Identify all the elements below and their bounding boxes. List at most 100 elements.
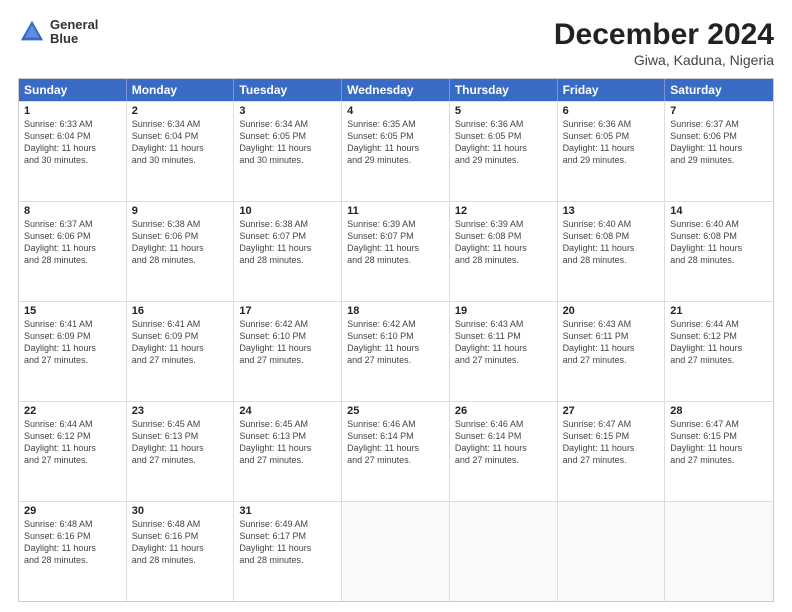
calendar-title: December 2024 — [554, 18, 774, 52]
calendar-cell-info: Sunrise: 6:47 AM Sunset: 6:15 PM Dayligh… — [670, 418, 768, 467]
calendar-cell: 20Sunrise: 6:43 AM Sunset: 6:11 PM Dayli… — [558, 302, 666, 401]
calendar-day-number: 2 — [132, 105, 229, 117]
calendar-cell: 26Sunrise: 6:46 AM Sunset: 6:14 PM Dayli… — [450, 402, 558, 501]
calendar-day-number: 12 — [455, 205, 552, 217]
calendar-cell: 22Sunrise: 6:44 AM Sunset: 6:12 PM Dayli… — [19, 402, 127, 501]
calendar-cell-info: Sunrise: 6:45 AM Sunset: 6:13 PM Dayligh… — [132, 418, 229, 467]
calendar-cell: 1Sunrise: 6:33 AM Sunset: 6:04 PM Daylig… — [19, 102, 127, 201]
calendar-day-number: 22 — [24, 405, 121, 417]
calendar-cell: 23Sunrise: 6:45 AM Sunset: 6:13 PM Dayli… — [127, 402, 235, 501]
calendar-day-number: 23 — [132, 405, 229, 417]
calendar-day-number: 1 — [24, 105, 121, 117]
calendar-cell: 27Sunrise: 6:47 AM Sunset: 6:15 PM Dayli… — [558, 402, 666, 501]
calendar-cell-info: Sunrise: 6:46 AM Sunset: 6:14 PM Dayligh… — [347, 418, 444, 467]
calendar-cell-info: Sunrise: 6:40 AM Sunset: 6:08 PM Dayligh… — [563, 218, 660, 267]
calendar-cell: 21Sunrise: 6:44 AM Sunset: 6:12 PM Dayli… — [665, 302, 773, 401]
calendar-cell: 3Sunrise: 6:34 AM Sunset: 6:05 PM Daylig… — [234, 102, 342, 201]
calendar-cell: 13Sunrise: 6:40 AM Sunset: 6:08 PM Dayli… — [558, 202, 666, 301]
calendar-day-number: 24 — [239, 405, 336, 417]
calendar-cell-info: Sunrise: 6:34 AM Sunset: 6:04 PM Dayligh… — [132, 118, 229, 167]
calendar-cell: 10Sunrise: 6:38 AM Sunset: 6:07 PM Dayli… — [234, 202, 342, 301]
calendar-day-number: 6 — [563, 105, 660, 117]
calendar-cell — [342, 502, 450, 601]
calendar-cell: 2Sunrise: 6:34 AM Sunset: 6:04 PM Daylig… — [127, 102, 235, 201]
calendar-cell-info: Sunrise: 6:47 AM Sunset: 6:15 PM Dayligh… — [563, 418, 660, 467]
calendar-cell-info: Sunrise: 6:33 AM Sunset: 6:04 PM Dayligh… — [24, 118, 121, 167]
calendar-day-number: 28 — [670, 405, 768, 417]
calendar: SundayMondayTuesdayWednesdayThursdayFrid… — [18, 78, 774, 602]
calendar-day-number: 14 — [670, 205, 768, 217]
calendar-cell-info: Sunrise: 6:41 AM Sunset: 6:09 PM Dayligh… — [132, 318, 229, 367]
calendar-cell: 5Sunrise: 6:36 AM Sunset: 6:05 PM Daylig… — [450, 102, 558, 201]
calendar-cell: 4Sunrise: 6:35 AM Sunset: 6:05 PM Daylig… — [342, 102, 450, 201]
page: General Blue December 2024 Giwa, Kaduna,… — [0, 0, 792, 612]
calendar-cell: 11Sunrise: 6:39 AM Sunset: 6:07 PM Dayli… — [342, 202, 450, 301]
calendar-cell: 24Sunrise: 6:45 AM Sunset: 6:13 PM Dayli… — [234, 402, 342, 501]
calendar-day-number: 25 — [347, 405, 444, 417]
logo: General Blue — [18, 18, 98, 47]
calendar-cell — [558, 502, 666, 601]
calendar-day-number: 4 — [347, 105, 444, 117]
calendar-day-number: 17 — [239, 305, 336, 317]
calendar-day-number: 27 — [563, 405, 660, 417]
calendar-header-cell: Friday — [558, 79, 666, 101]
calendar-cell-info: Sunrise: 6:37 AM Sunset: 6:06 PM Dayligh… — [670, 118, 768, 167]
calendar-cell: 17Sunrise: 6:42 AM Sunset: 6:10 PM Dayli… — [234, 302, 342, 401]
calendar-cell — [450, 502, 558, 601]
calendar-header-cell: Sunday — [19, 79, 127, 101]
calendar-cell: 28Sunrise: 6:47 AM Sunset: 6:15 PM Dayli… — [665, 402, 773, 501]
calendar-cell-info: Sunrise: 6:41 AM Sunset: 6:09 PM Dayligh… — [24, 318, 121, 367]
calendar-day-number: 13 — [563, 205, 660, 217]
calendar-day-number: 8 — [24, 205, 121, 217]
calendar-header-cell: Thursday — [450, 79, 558, 101]
calendar-day-number: 16 — [132, 305, 229, 317]
calendar-day-number: 3 — [239, 105, 336, 117]
calendar-subtitle: Giwa, Kaduna, Nigeria — [554, 52, 774, 68]
calendar-cell-info: Sunrise: 6:36 AM Sunset: 6:05 PM Dayligh… — [563, 118, 660, 167]
calendar-cell: 15Sunrise: 6:41 AM Sunset: 6:09 PM Dayli… — [19, 302, 127, 401]
logo-icon — [18, 18, 46, 46]
calendar-cell: 18Sunrise: 6:42 AM Sunset: 6:10 PM Dayli… — [342, 302, 450, 401]
calendar-cell-info: Sunrise: 6:44 AM Sunset: 6:12 PM Dayligh… — [670, 318, 768, 367]
calendar-day-number: 18 — [347, 305, 444, 317]
calendar-cell-info: Sunrise: 6:39 AM Sunset: 6:08 PM Dayligh… — [455, 218, 552, 267]
calendar-cell: 25Sunrise: 6:46 AM Sunset: 6:14 PM Dayli… — [342, 402, 450, 501]
calendar-cell: 16Sunrise: 6:41 AM Sunset: 6:09 PM Dayli… — [127, 302, 235, 401]
calendar-cell-info: Sunrise: 6:49 AM Sunset: 6:17 PM Dayligh… — [239, 518, 336, 567]
calendar-body: 1Sunrise: 6:33 AM Sunset: 6:04 PM Daylig… — [19, 101, 773, 601]
calendar-cell-info: Sunrise: 6:45 AM Sunset: 6:13 PM Dayligh… — [239, 418, 336, 467]
calendar-day-number: 15 — [24, 305, 121, 317]
calendar-header-cell: Monday — [127, 79, 235, 101]
calendar-day-number: 30 — [132, 505, 229, 517]
calendar-cell: 9Sunrise: 6:38 AM Sunset: 6:06 PM Daylig… — [127, 202, 235, 301]
calendar-cell — [665, 502, 773, 601]
calendar-cell: 31Sunrise: 6:49 AM Sunset: 6:17 PM Dayli… — [234, 502, 342, 601]
logo-text: General Blue — [50, 18, 98, 47]
calendar-day-number: 19 — [455, 305, 552, 317]
calendar-day-number: 29 — [24, 505, 121, 517]
calendar-cell-info: Sunrise: 6:48 AM Sunset: 6:16 PM Dayligh… — [24, 518, 121, 567]
calendar-week-3: 15Sunrise: 6:41 AM Sunset: 6:09 PM Dayli… — [19, 301, 773, 401]
calendar-day-number: 5 — [455, 105, 552, 117]
calendar-cell-info: Sunrise: 6:43 AM Sunset: 6:11 PM Dayligh… — [455, 318, 552, 367]
calendar-cell-info: Sunrise: 6:36 AM Sunset: 6:05 PM Dayligh… — [455, 118, 552, 167]
calendar-header-cell: Saturday — [665, 79, 773, 101]
calendar-cell: 6Sunrise: 6:36 AM Sunset: 6:05 PM Daylig… — [558, 102, 666, 201]
title-block: December 2024 Giwa, Kaduna, Nigeria — [554, 18, 774, 68]
calendar-cell-info: Sunrise: 6:37 AM Sunset: 6:06 PM Dayligh… — [24, 218, 121, 267]
calendar-cell: 12Sunrise: 6:39 AM Sunset: 6:08 PM Dayli… — [450, 202, 558, 301]
calendar-cell-info: Sunrise: 6:40 AM Sunset: 6:08 PM Dayligh… — [670, 218, 768, 267]
calendar-cell-info: Sunrise: 6:34 AM Sunset: 6:05 PM Dayligh… — [239, 118, 336, 167]
calendar-week-1: 1Sunrise: 6:33 AM Sunset: 6:04 PM Daylig… — [19, 101, 773, 201]
calendar-day-number: 10 — [239, 205, 336, 217]
calendar-cell-info: Sunrise: 6:43 AM Sunset: 6:11 PM Dayligh… — [563, 318, 660, 367]
calendar-cell-info: Sunrise: 6:46 AM Sunset: 6:14 PM Dayligh… — [455, 418, 552, 467]
calendar-cell-info: Sunrise: 6:42 AM Sunset: 6:10 PM Dayligh… — [347, 318, 444, 367]
calendar-cell: 30Sunrise: 6:48 AM Sunset: 6:16 PM Dayli… — [127, 502, 235, 601]
calendar-header-cell: Tuesday — [234, 79, 342, 101]
header: General Blue December 2024 Giwa, Kaduna,… — [18, 18, 774, 68]
calendar-cell-info: Sunrise: 6:42 AM Sunset: 6:10 PM Dayligh… — [239, 318, 336, 367]
calendar-day-number: 26 — [455, 405, 552, 417]
calendar-cell-info: Sunrise: 6:44 AM Sunset: 6:12 PM Dayligh… — [24, 418, 121, 467]
calendar-cell: 7Sunrise: 6:37 AM Sunset: 6:06 PM Daylig… — [665, 102, 773, 201]
